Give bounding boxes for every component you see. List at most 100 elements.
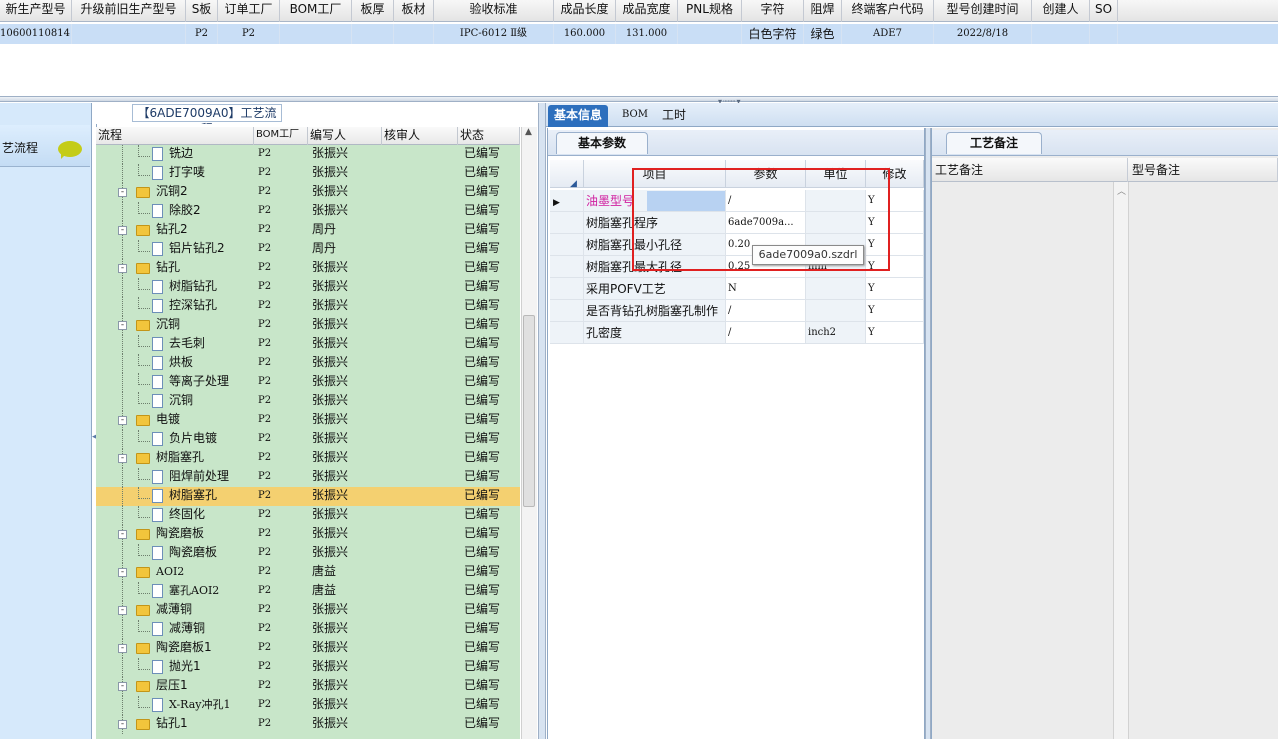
top-col-header[interactable]: PNL规格 xyxy=(678,0,742,22)
top-cell[interactable]: 白色字符 xyxy=(742,24,804,44)
top-cell[interactable] xyxy=(280,24,352,44)
top-cell[interactable]: 10600110814 xyxy=(0,24,72,44)
tree-scroll-thumb[interactable] xyxy=(523,315,535,507)
top-cell[interactable]: P2 xyxy=(186,24,218,44)
tree-row[interactable]: 陶瓷磨板 P2 张振兴 已编写 xyxy=(96,544,520,563)
row-indicator[interactable] xyxy=(550,256,584,278)
tree-row[interactable]: 除胶2 P2 张振兴 已编写 xyxy=(96,202,520,221)
top-col-header[interactable]: 成品宽度 xyxy=(616,0,678,22)
tree-row[interactable]: - 层压1 P2 张振兴 已编写 xyxy=(96,677,520,696)
top-cell[interactable]: IPC-6012 Ⅱ级 xyxy=(434,24,554,44)
tree-row[interactable]: - 陶瓷磨板 P2 张振兴 已编写 xyxy=(96,525,520,544)
top-col-header[interactable]: BOM工厂 xyxy=(280,0,352,22)
comment-bubble-icon[interactable] xyxy=(58,141,82,159)
tree-row[interactable]: X-Ray冲孔1 P2 张振兴 已编写 xyxy=(96,696,520,715)
param-value[interactable]: / xyxy=(726,300,806,322)
tree-col-header[interactable]: 状态 xyxy=(458,127,520,145)
scroll-up-icon[interactable]: ︿ xyxy=(1117,184,1126,197)
vertical-splitter-left[interactable] xyxy=(538,103,546,739)
tree-row[interactable]: 打字唛 P2 张振兴 已编写 xyxy=(96,164,520,183)
left-panel-header[interactable]: 艺流程 xyxy=(0,125,90,167)
top-col-header[interactable]: 新生产型号 xyxy=(0,0,72,22)
tree-col-header[interactable]: 流程 xyxy=(96,127,254,145)
tree-row[interactable]: - 树脂塞孔 P2 张振兴 已编写 xyxy=(96,449,520,468)
tree-row[interactable]: - 陶瓷磨板1 P2 张振兴 已编写 xyxy=(96,639,520,658)
tab-basic-params[interactable]: 基本参数 xyxy=(556,132,648,154)
top-col-header[interactable]: 终端客户代码 xyxy=(842,0,934,22)
tree-row[interactable]: 减薄铜 P2 张振兴 已编写 xyxy=(96,620,520,639)
param-value[interactable]: N xyxy=(726,278,806,300)
collapse-icon[interactable]: - xyxy=(118,682,127,691)
top-col-header[interactable]: 验收标准 xyxy=(434,0,554,22)
top-col-header[interactable]: 阻焊 xyxy=(804,0,842,22)
collapse-icon[interactable]: - xyxy=(118,454,127,463)
scroll-up-icon[interactable]: ▲ xyxy=(525,127,532,137)
tree-row[interactable]: - 钻孔2 P2 周丹 已编写 xyxy=(96,221,520,240)
top-cell[interactable]: 160.000 xyxy=(554,24,616,44)
top-grid-row[interactable]: 10600110814 P2 P2 IPC-6012 Ⅱ级 160.000 131.000… xyxy=(0,24,1278,44)
tree-row[interactable]: 等离子处理 P2 张振兴 已编写 xyxy=(96,373,520,392)
collapse-icon[interactable]: - xyxy=(118,188,127,197)
param-value[interactable]: / xyxy=(726,322,806,344)
row-indicator[interactable] xyxy=(550,212,584,234)
top-cell[interactable]: 2022/8/18 xyxy=(934,24,1032,44)
tree-row[interactable]: - 减薄铜 P2 张振兴 已编写 xyxy=(96,601,520,620)
tree-col-header[interactable]: 核审人 xyxy=(382,127,458,145)
top-cell[interactable] xyxy=(394,24,434,44)
tree-row[interactable]: 抛光1 P2 张振兴 已编写 xyxy=(96,658,520,677)
tree-row[interactable]: 负片电镀 P2 张振兴 已编写 xyxy=(96,430,520,449)
collapse-icon[interactable]: - xyxy=(118,644,127,653)
collapse-icon[interactable]: - xyxy=(118,720,127,729)
collapse-icon[interactable]: - xyxy=(118,568,127,577)
tree-row[interactable]: 控深钻孔 P2 张振兴 已编写 xyxy=(96,297,520,316)
top-cell[interactable]: 131.000 xyxy=(616,24,678,44)
top-cell[interactable]: ADE7 xyxy=(842,24,934,44)
top-col-header[interactable]: 成品长度 xyxy=(554,0,616,22)
top-col-header[interactable]: 型号创建时间 xyxy=(934,0,1032,22)
tree-row[interactable]: 树脂塞孔 P2 张振兴 已编写 xyxy=(96,487,520,506)
top-cell[interactable] xyxy=(678,24,742,44)
tree-row[interactable]: 树脂钻孔 P2 张振兴 已编写 xyxy=(96,278,520,297)
top-col-header[interactable]: 升级前旧生产型号 xyxy=(72,0,186,22)
top-col-header[interactable]: 板材 xyxy=(394,0,434,22)
tree-row[interactable]: - AOI2 P2 唐益 已编写 xyxy=(96,563,520,582)
top-cell[interactable]: 绿色 xyxy=(804,24,842,44)
top-cell[interactable] xyxy=(72,24,186,44)
grid-corner[interactable]: ◢ xyxy=(550,160,584,189)
tab-bom[interactable]: BOM xyxy=(616,105,654,127)
tree-col-header[interactable]: 编写人 xyxy=(308,127,382,145)
top-col-header[interactable]: 创建人 xyxy=(1032,0,1090,22)
notes-scrollbar[interactable]: ︿ xyxy=(1113,182,1129,739)
tree-row[interactable]: - 钻孔 P2 张振兴 已编写 xyxy=(96,259,520,278)
collapse-icon[interactable]: - xyxy=(118,226,127,235)
tree-row[interactable]: 去毛刺 P2 张振兴 已编写 xyxy=(96,335,520,354)
row-indicator[interactable]: ▶ xyxy=(550,190,584,212)
tree-row[interactable]: - 电镀 P2 张振兴 已编写 xyxy=(96,411,520,430)
top-col-header[interactable]: 板厚 xyxy=(352,0,394,22)
collapse-icon[interactable]: - xyxy=(118,606,127,615)
top-cell[interactable]: P2 xyxy=(218,24,280,44)
tree-row[interactable]: - 沉铜2 P2 张振兴 已编写 xyxy=(96,183,520,202)
top-cell[interactable] xyxy=(1090,24,1118,44)
tree-row[interactable]: 沉铜 P2 张振兴 已编写 xyxy=(96,392,520,411)
tree-row[interactable]: - 沉铜 P2 张振兴 已编写 xyxy=(96,316,520,335)
tree-row[interactable]: 塞孔AOI2 P2 唐益 已编写 xyxy=(96,582,520,601)
tree-row[interactable]: 烘板 P2 张振兴 已编写 xyxy=(96,354,520,373)
row-indicator[interactable] xyxy=(550,300,584,322)
tree-row[interactable]: 阻焊前处理 P2 张振兴 已编写 xyxy=(96,468,520,487)
top-col-header[interactable]: 字符 xyxy=(742,0,804,22)
top-cell[interactable] xyxy=(1032,24,1090,44)
row-indicator[interactable] xyxy=(550,234,584,256)
top-col-header[interactable]: SO xyxy=(1090,0,1118,22)
tree-row[interactable]: 铝片钻孔2 P2 周丹 已编写 xyxy=(96,240,520,259)
top-col-header[interactable]: S板 xyxy=(186,0,218,22)
collapse-icon[interactable]: - xyxy=(118,530,127,539)
tree-col-header[interactable]: BOM工厂 xyxy=(254,127,308,145)
tab-work-hours[interactable]: 工时 xyxy=(656,105,692,127)
tab-process-notes[interactable]: 工艺备注 xyxy=(946,132,1042,154)
tree-row[interactable]: 铣边 P2 张振兴 已编写 xyxy=(96,145,520,164)
collapse-icon[interactable]: - xyxy=(118,321,127,330)
collapse-icon[interactable]: - xyxy=(118,264,127,273)
top-col-header[interactable]: 订单工厂 xyxy=(218,0,280,22)
tree-row[interactable]: - 钻孔1 P2 张振兴 已编写 xyxy=(96,715,520,734)
